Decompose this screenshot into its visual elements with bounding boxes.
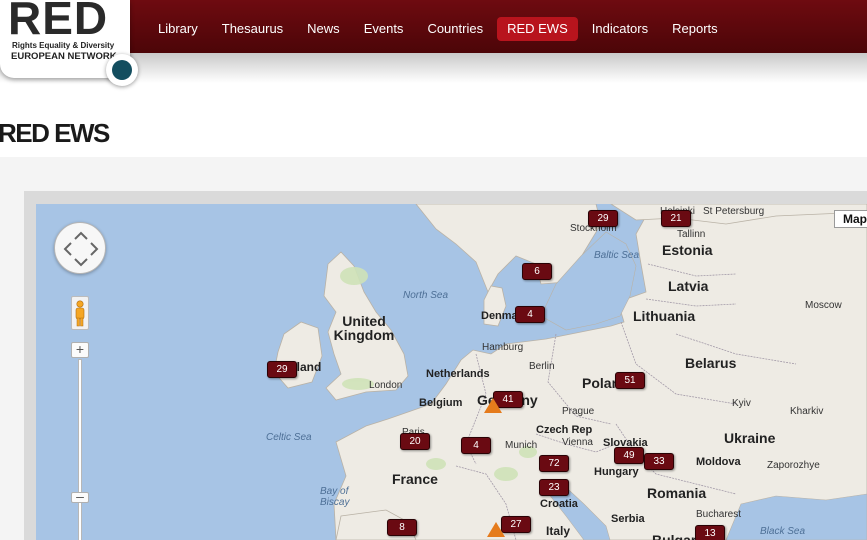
page-title: RED EWS bbox=[0, 118, 110, 148]
city-label-bucharest: Bucharest bbox=[696, 509, 742, 520]
nav-reports[interactable]: Reports bbox=[662, 17, 728, 41]
city-label-munich: Munich bbox=[505, 440, 538, 451]
zoom-slider-track[interactable] bbox=[78, 359, 82, 540]
country-label-netherlands: Netherlands bbox=[426, 368, 490, 380]
sea-label-bay-of-biscay: Bay of Biscay bbox=[320, 486, 350, 508]
logo-network-name: EUROPEAN NETWORK bbox=[11, 51, 117, 62]
country-label-estonia: Estonia bbox=[662, 242, 713, 258]
country-label-italy: Italy bbox=[546, 524, 571, 538]
sea-label-black-sea: Black Sea bbox=[760, 526, 806, 537]
city-label-prague: Prague bbox=[562, 406, 595, 417]
nav-countries[interactable]: Countries bbox=[417, 17, 493, 41]
alert-warning-icon[interactable] bbox=[487, 522, 505, 537]
alert-warning-icon[interactable] bbox=[484, 398, 502, 413]
country-label-belarus: Belarus bbox=[685, 355, 737, 371]
city-label-tallinn: Tallinn bbox=[677, 229, 706, 240]
sea-label-baltic-sea: Baltic Sea bbox=[594, 250, 640, 261]
cluster-marker-denmark[interactable]: 4 bbox=[515, 306, 545, 323]
nav-thesaurus[interactable]: Thesaurus bbox=[212, 17, 293, 41]
sea-label-north-sea: North Sea bbox=[403, 290, 449, 301]
cluster-marker-sweden-south[interactable]: 6 bbox=[522, 263, 552, 280]
cluster-marker-hungary[interactable]: 49 bbox=[614, 447, 644, 464]
nav-indicators[interactable]: Indicators bbox=[582, 17, 658, 41]
cluster-marker-poland[interactable]: 51 bbox=[615, 372, 645, 389]
country-label-croatia: Croatia bbox=[540, 498, 578, 510]
zoom-slider-handle[interactable]: – bbox=[71, 489, 89, 503]
cluster-marker-ireland[interactable]: 29 bbox=[267, 361, 297, 378]
cluster-marker-helsinki[interactable]: 21 bbox=[661, 210, 691, 227]
logo-tagline: Rights Equality & Diversity bbox=[12, 41, 115, 50]
cluster-marker-italy-north[interactable]: 23 bbox=[539, 479, 569, 496]
city-label-london: London bbox=[369, 380, 403, 391]
cluster-marker-romania[interactable]: 33 bbox=[644, 453, 674, 470]
map-canvas[interactable]: North Sea Baltic Sea Celtic Sea Bay of B… bbox=[36, 204, 867, 540]
country-label-latvia: Latvia bbox=[668, 278, 709, 294]
cluster-marker-france[interactable]: 20 bbox=[400, 433, 430, 450]
nav-news[interactable]: News bbox=[297, 17, 350, 41]
street-view-pegman[interactable] bbox=[71, 296, 89, 330]
cluster-marker-spain[interactable]: 8 bbox=[387, 519, 417, 536]
country-label-ukraine: Ukraine bbox=[724, 430, 776, 446]
cluster-marker-switzerland[interactable]: 4 bbox=[461, 437, 491, 454]
pegman-icon bbox=[75, 300, 85, 327]
nav-red-ews[interactable]: RED EWS bbox=[497, 17, 578, 41]
map-type-button[interactable]: Map bbox=[834, 210, 867, 228]
logo-dot-icon bbox=[106, 54, 138, 86]
country-label-czech-rep: Czech Rep bbox=[536, 424, 593, 436]
main-nav: Library Thesaurus News Events Countries … bbox=[148, 17, 732, 41]
nav-events[interactable]: Events bbox=[354, 17, 414, 41]
country-label-united-kingdom: United Kingdom bbox=[333, 313, 395, 343]
cluster-marker-austria[interactable]: 72 bbox=[539, 455, 569, 472]
city-label-zaporozhye: Zaporozhye bbox=[767, 460, 820, 471]
city-label-kyiv: Kyiv bbox=[732, 398, 751, 409]
country-label-belgium: Belgium bbox=[419, 397, 463, 409]
country-label-romania: Romania bbox=[647, 485, 707, 501]
cluster-marker-stockholm[interactable]: 29 bbox=[588, 210, 618, 227]
pan-arrows-icon bbox=[63, 231, 99, 267]
sea-label-celtic-sea: Celtic Sea bbox=[266, 432, 312, 443]
logo-wordmark: RED bbox=[8, 0, 109, 44]
city-label-berlin: Berlin bbox=[529, 361, 555, 372]
city-label-st-petersburg: St Petersburg bbox=[703, 206, 765, 217]
country-label-lithuania: Lithuania bbox=[633, 308, 696, 324]
city-label-vienna: Vienna bbox=[562, 437, 593, 448]
country-label-serbia: Serbia bbox=[611, 513, 645, 525]
pan-control[interactable] bbox=[54, 222, 106, 274]
cluster-marker-bulgaria[interactable]: 13 bbox=[695, 525, 725, 540]
country-label-france: France bbox=[392, 471, 438, 487]
country-label-moldova: Moldova bbox=[696, 456, 741, 468]
city-label-moscow: Moscow bbox=[805, 300, 842, 311]
cluster-marker-italy-central[interactable]: 27 bbox=[501, 516, 531, 533]
city-label-hamburg: Hamburg bbox=[482, 342, 524, 353]
nav-library[interactable]: Library bbox=[148, 17, 208, 41]
city-label-kharkiv: Kharkiv bbox=[790, 406, 824, 417]
zoom-in-button[interactable]: + bbox=[71, 342, 89, 358]
country-label-hungary: Hungary bbox=[594, 466, 639, 478]
